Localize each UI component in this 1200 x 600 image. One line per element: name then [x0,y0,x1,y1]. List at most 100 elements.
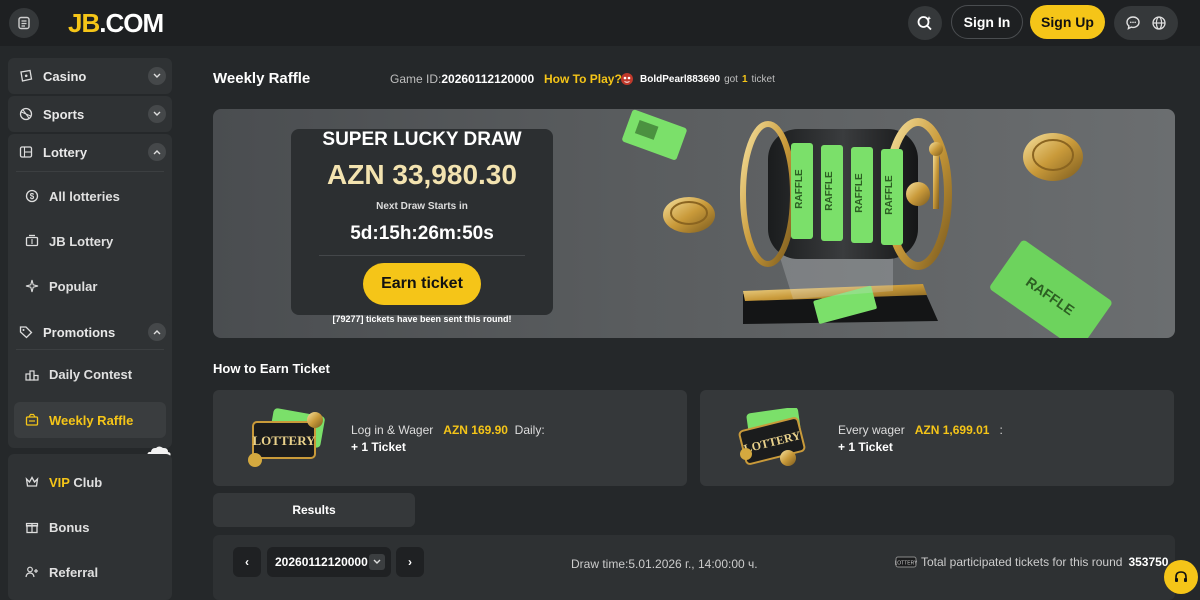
raffle-machine-illustration: RAFFLE RAFFLE RAFFLE RAFFLE RAFFLE [622,109,1112,338]
total-tickets-label: Total participated tickets for this roun… [921,555,1123,569]
search-button[interactable] [908,6,942,40]
headset-icon [1175,571,1187,582]
sidebar-item-weekly-raffle[interactable]: Weekly Raffle [14,402,166,438]
chevron-up-icon[interactable] [148,323,166,341]
chevron-down-icon [369,554,385,570]
top-header: JB.COM Sign In Sign Up [0,0,1200,46]
tickets-sent-text: [79277] tickets have been sent this roun… [332,314,512,324]
sidebar-group-more: VIP Club Bonus Referral [8,454,172,600]
chat-icon[interactable] [1125,15,1141,31]
vip-word: VIP [49,474,70,490]
banner-headline: SUPER LUCKY DRAW [322,129,522,150]
signin-button[interactable]: Sign In [951,5,1023,39]
svg-text:RAFFLE: RAFFLE [884,175,895,215]
sidebar-item-bonus[interactable]: Bonus [14,509,166,545]
sports-icon [18,106,34,122]
support-button[interactable] [1164,560,1198,594]
sidebar-item-daily-contest[interactable]: Daily Contest [14,356,166,392]
gift-icon [24,519,40,535]
lottery-ticket-icon: LOTTERY [738,408,806,466]
raffle-banner: RAFFLE RAFFLE RAFFLE RAFFLE RAFFLE SUPER… [213,109,1175,338]
sidebar-item-label: Bonus [49,519,90,535]
sidebar-item-sports[interactable]: Sports [8,96,172,132]
lottery-ticket-icon: LOTTERY [895,556,917,568]
menu-toggle-button[interactable] [9,8,39,38]
lottery-ticket-icon: LOTTERY [248,408,325,467]
earn-amount: AZN 1,699.01 [914,423,990,437]
podium-icon [24,366,40,382]
divider [319,255,525,256]
search-icon [917,16,932,31]
winner-ticker: BoldPearl883690 got 1 ticket [620,72,775,86]
ticket-icon [24,233,40,249]
tag-icon [18,324,34,340]
total-tickets-value: 353750 [1128,555,1169,569]
ticker-unit: ticket [751,73,775,85]
casino-icon [18,68,34,84]
results-panel: ‹ 20260112120000 › Draw time:5.01.2026 г… [213,535,1175,600]
game-id: Game ID:20260112120000 [390,72,534,86]
draw-card: SUPER LUCKY DRAW AZN 33,980.30 Next Draw… [291,129,553,324]
chevron-up-icon[interactable] [148,143,166,161]
total-tickets: LOTTERY Total participated tickets for t… [895,555,1168,569]
sidebar-item-label: Promotions [43,324,116,340]
divider [16,349,164,350]
earn-prefix: Every wager [838,423,905,437]
sparkle-icon [24,278,40,294]
coin-icon: $ [24,188,40,204]
sidebar-item-popular[interactable]: Popular [14,268,166,304]
chevron-down-icon[interactable] [148,105,166,123]
how-to-play-link[interactable]: How To Play? [544,72,622,86]
how-to-earn-title: How to Earn Ticket [213,361,330,376]
sidebar-item-label: Weekly Raffle [49,412,134,428]
earn-prefix: Log in & Wager [351,423,434,437]
sidebar-item-casino[interactable]: Casino [8,58,172,94]
sidebar-item-label: Casino [43,68,87,84]
earn-ticket-button[interactable]: Earn ticket [363,263,481,305]
countdown-timer: 5d:15h:26m:50s [350,223,494,244]
earn-reward: + 1 Ticket [351,440,406,454]
earn-amount: AZN 169.90 [443,423,508,437]
next-round-button[interactable]: › [396,547,424,577]
divider [16,171,164,172]
sidebar-item-label: Sports [43,106,85,122]
sidebar-item-label: Popular [49,278,98,294]
sidebar-item-label: Daily Contest [49,366,133,382]
earn-method-text: Every wager AZN 1,699.01 : + 1 Ticket [838,422,1003,456]
game-id-value: 20260112120000 [441,72,535,86]
sidebar-item-all-lotteries[interactable]: $ All lotteries [14,178,166,214]
sidebar-item-label: VIP Club [49,474,103,490]
logo-com: .COM [99,8,164,38]
site-logo[interactable]: JB.COM [68,8,164,39]
sidebar-item-label: Lottery [43,144,88,160]
round-select[interactable]: 20260112120000 [267,547,391,577]
prev-round-button[interactable]: ‹ [233,547,261,577]
svg-text:LOTTERY: LOTTERY [252,433,316,448]
svg-text:$: $ [30,192,35,201]
jackpot-amount: AZN 33,980.30 [327,159,517,190]
crown-icon [24,474,40,490]
sidebar-item-label: Referral [49,564,99,580]
sidebar-item-vip-club[interactable]: VIP Club [14,464,166,500]
sidebar-item-jb-lottery[interactable]: JB Lottery [14,223,166,259]
tab-results[interactable]: Results [213,493,415,527]
sidebar-item-referral[interactable]: Referral [14,554,166,590]
earn-reward: + 1 Ticket [838,440,893,454]
earn-suffix: : [999,423,1003,437]
ticker-count: 1 [741,73,748,85]
earn-suffix: Daily: [514,423,545,437]
globe-icon[interactable] [1151,15,1167,31]
page-title: Weekly Raffle [213,70,311,87]
avatar-icon [621,73,633,85]
earn-method-card: LOTTERY Log in & Wager AZN 169.90 Daily:… [213,390,687,486]
signup-button[interactable]: Sign Up [1030,5,1105,39]
svg-text:LOTTERY: LOTTERY [895,561,917,567]
chevron-down-icon[interactable] [148,67,166,85]
logo-jb: JB [68,8,100,38]
svg-text:RAFFLE: RAFFLE [794,169,805,209]
svg-text:RAFFLE: RAFFLE [824,171,835,211]
svg-text:RAFFLE: RAFFLE [854,173,865,213]
earn-method-card: LOTTERY Every wager AZN 1,699.01 : + 1 T… [700,390,1174,486]
menu-icon [18,16,30,30]
sidebar-item-label: All lotteries [49,188,120,204]
